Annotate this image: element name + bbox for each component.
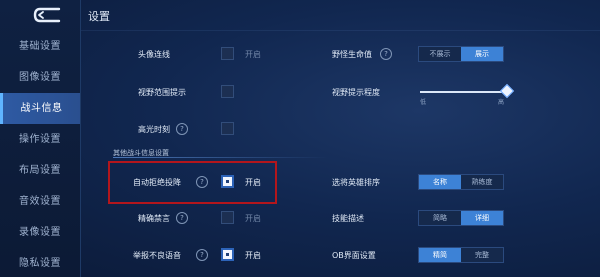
monster-hp-label: 野怪生命值 <box>332 50 372 59</box>
highlight-moment-help-icon[interactable]: ? <box>176 123 188 135</box>
vision-level-min: 低 <box>420 99 427 106</box>
report-voice-state: 开启 <box>245 251 261 260</box>
vision-level-thumb[interactable] <box>499 83 515 99</box>
report-voice-label: 举报不良语音 <box>133 251 181 260</box>
sidebar-item-replay[interactable]: 录像设置 <box>0 217 80 248</box>
vision-level-fill <box>420 91 506 93</box>
header-divider <box>81 30 600 31</box>
settings-screen: 基础设置 图像设置 战斗信息 操作设置 布局设置 音效设置 录像设置 隐私设置 … <box>0 0 600 277</box>
sidebar-item-sound[interactable]: 音效设置 <box>0 186 80 217</box>
sidebar-item-privacy[interactable]: 隐私设置 <box>0 248 80 277</box>
avatar-link-state: 开启 <box>245 50 261 59</box>
avatar-link-label: 头像连线 <box>138 50 170 59</box>
monster-hp-option-hide[interactable]: 不展示 <box>419 47 461 61</box>
report-voice-help-icon[interactable]: ? <box>196 249 208 261</box>
vision-level-slider[interactable] <box>420 91 506 93</box>
sidebar-nav: 基础设置 图像设置 战斗信息 操作设置 布局设置 音效设置 录像设置 隐私设置 <box>0 31 80 277</box>
vision-level-label: 视野提示程度 <box>332 88 380 97</box>
vision-range-checkbox[interactable] <box>221 85 234 98</box>
skill-desc-option-detailed[interactable]: 详细 <box>461 211 503 225</box>
back-arrow-icon[interactable] <box>31 6 65 24</box>
precise-mute-state: 开启 <box>245 214 261 223</box>
ob-ui-label: OB界面设置 <box>332 251 376 260</box>
sidebar-item-controls[interactable]: 操作设置 <box>0 124 80 155</box>
highlight-moment-label: 高光时刻 <box>138 125 170 134</box>
vision-level-max: 高 <box>498 99 505 106</box>
monster-hp-option-show[interactable]: 展示 <box>461 47 503 61</box>
skill-desc-toggle: 简略 详细 <box>418 210 504 226</box>
sidebar-item-battle-info[interactable]: 战斗信息 <box>0 93 80 124</box>
sidebar: 基础设置 图像设置 战斗信息 操作设置 布局设置 音效设置 录像设置 隐私设置 <box>0 0 81 277</box>
precise-mute-label: 精确禁言 <box>138 214 170 223</box>
page-title: 设置 <box>88 10 110 23</box>
monster-hp-help-icon[interactable]: ? <box>380 48 392 60</box>
hero-sort-label: 选将英雄排序 <box>332 178 380 187</box>
skill-desc-label: 技能描述 <box>332 214 364 223</box>
sidebar-item-graphics[interactable]: 图像设置 <box>0 62 80 93</box>
highlight-moment-checkbox[interactable] <box>221 122 234 135</box>
hero-sort-toggle: 名称 熟练度 <box>418 174 504 190</box>
hero-sort-option-proficiency[interactable]: 熟练度 <box>461 175 503 189</box>
sidebar-item-layout[interactable]: 布局设置 <box>0 155 80 186</box>
hero-sort-option-name[interactable]: 名称 <box>419 175 461 189</box>
skill-desc-option-brief[interactable]: 简略 <box>419 211 461 225</box>
sidebar-item-basic[interactable]: 基础设置 <box>0 31 80 62</box>
vision-range-label: 视野范围提示 <box>138 88 186 97</box>
precise-mute-help-icon[interactable]: ? <box>176 212 188 224</box>
ob-ui-option-full[interactable]: 完整 <box>461 248 503 262</box>
ob-ui-option-compact[interactable]: 精简 <box>419 248 461 262</box>
precise-mute-checkbox[interactable] <box>221 211 234 224</box>
monster-hp-toggle: 不展示 展示 <box>418 46 504 62</box>
ob-ui-toggle: 精简 完整 <box>418 247 504 263</box>
section-divider <box>113 157 328 158</box>
report-voice-checkbox[interactable] <box>221 248 234 261</box>
highlight-box <box>108 161 277 204</box>
avatar-link-checkbox[interactable] <box>221 47 234 60</box>
